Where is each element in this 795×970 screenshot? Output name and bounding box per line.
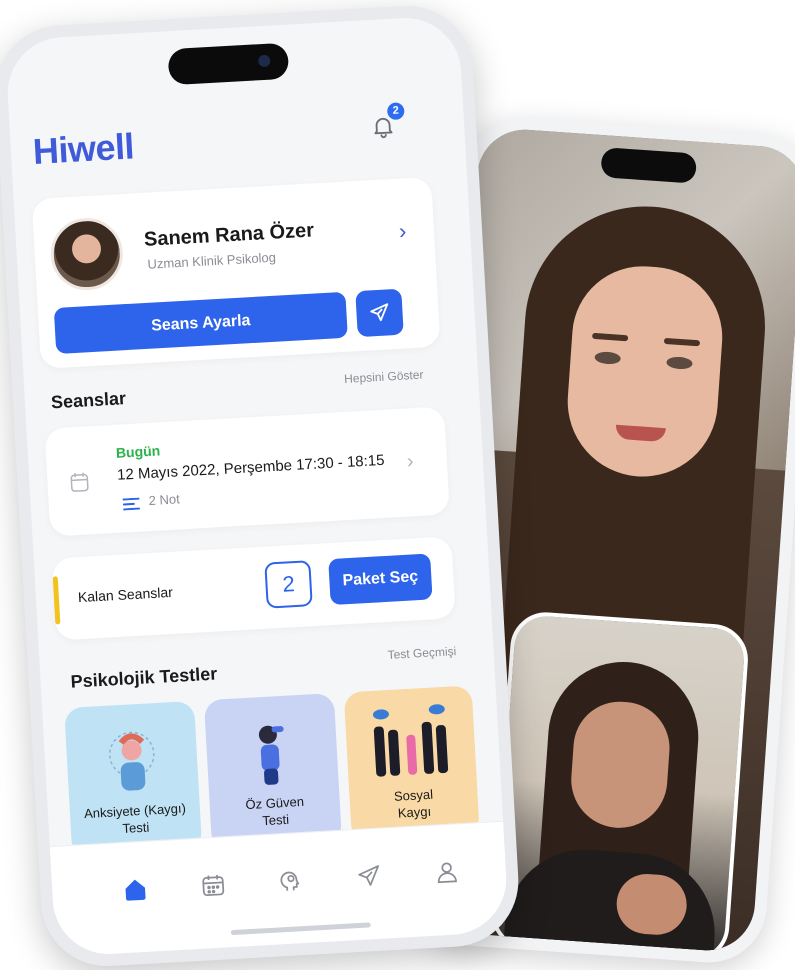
tab-profile[interactable] [429,854,465,890]
tab-mind[interactable] [273,863,309,899]
tests-heading: Psikolojik Testler [70,664,218,693]
chevron-right-icon[interactable]: › [398,218,407,244]
test-history-link[interactable]: Test Geçmişi [387,644,456,662]
sessions-heading: Seanslar [50,388,126,413]
remaining-sessions-count: 2 [264,560,312,608]
upcoming-session-card[interactable]: Bugün 12 Mayıs 2022, Perşembe 17:30 - 18… [44,406,449,536]
tab-home[interactable] [117,871,153,907]
schedule-session-button[interactable]: Seans Ayarla [54,292,348,354]
self-confidence-illustration [205,709,339,790]
home-icon [122,876,149,903]
self-video-pip[interactable] [489,610,750,953]
calendar-icon [200,871,227,898]
notification-badge: 2 [387,102,405,120]
psychologist-card: Sanem Rana Özer Uzman Klinik Psikolog › … [32,177,441,369]
avatar[interactable] [49,216,125,292]
home-indicator [231,922,371,935]
remaining-sessions-label: Kalan Seanslar [77,584,173,605]
head-icon [277,867,304,894]
app-phone: Hiwell 2 Sanem Rana Özer Uzman Klinik Ps… [0,2,522,969]
anxiety-test-card[interactable]: Anksiyete (Kaygı) Testi [64,701,202,858]
notes-icon [122,498,141,511]
calendar-icon [69,470,90,493]
remaining-sessions-card: Kalan Seanslar 2 Paket Seç [52,536,456,640]
send-icon [355,863,382,890]
accent-bar [53,576,61,624]
psychologist-name[interactable]: Sanem Rana Özer [143,219,314,251]
session-day-label: Bugün [115,442,160,460]
phone-notch [167,43,289,86]
self-confidence-test-card[interactable]: Öz Güven Testi [204,693,342,850]
choose-package-button[interactable]: Paket Seç [328,553,432,605]
psychologist-title: Uzman Klinik Psikolog [147,250,276,272]
session-notes-count: 2 Not [148,491,180,508]
social-anxiety-test-card[interactable]: Sosyal Kaygı [344,685,480,842]
tab-messages[interactable] [351,858,387,894]
app-logo: Hiwell [32,125,135,173]
chevron-right-icon: › [406,450,414,473]
anxiety-illustration [65,717,199,798]
see-all-sessions-link[interactable]: Hepsini Göster [344,368,424,386]
tab-calendar[interactable] [195,867,231,903]
profile-icon [433,858,460,885]
message-button[interactable] [355,289,403,337]
app-screen: Hiwell 2 Sanem Rana Özer Uzman Klinik Ps… [5,15,510,957]
remote-participant-video [494,178,784,635]
social-anxiety-illustration [345,701,477,782]
send-icon [368,301,391,324]
